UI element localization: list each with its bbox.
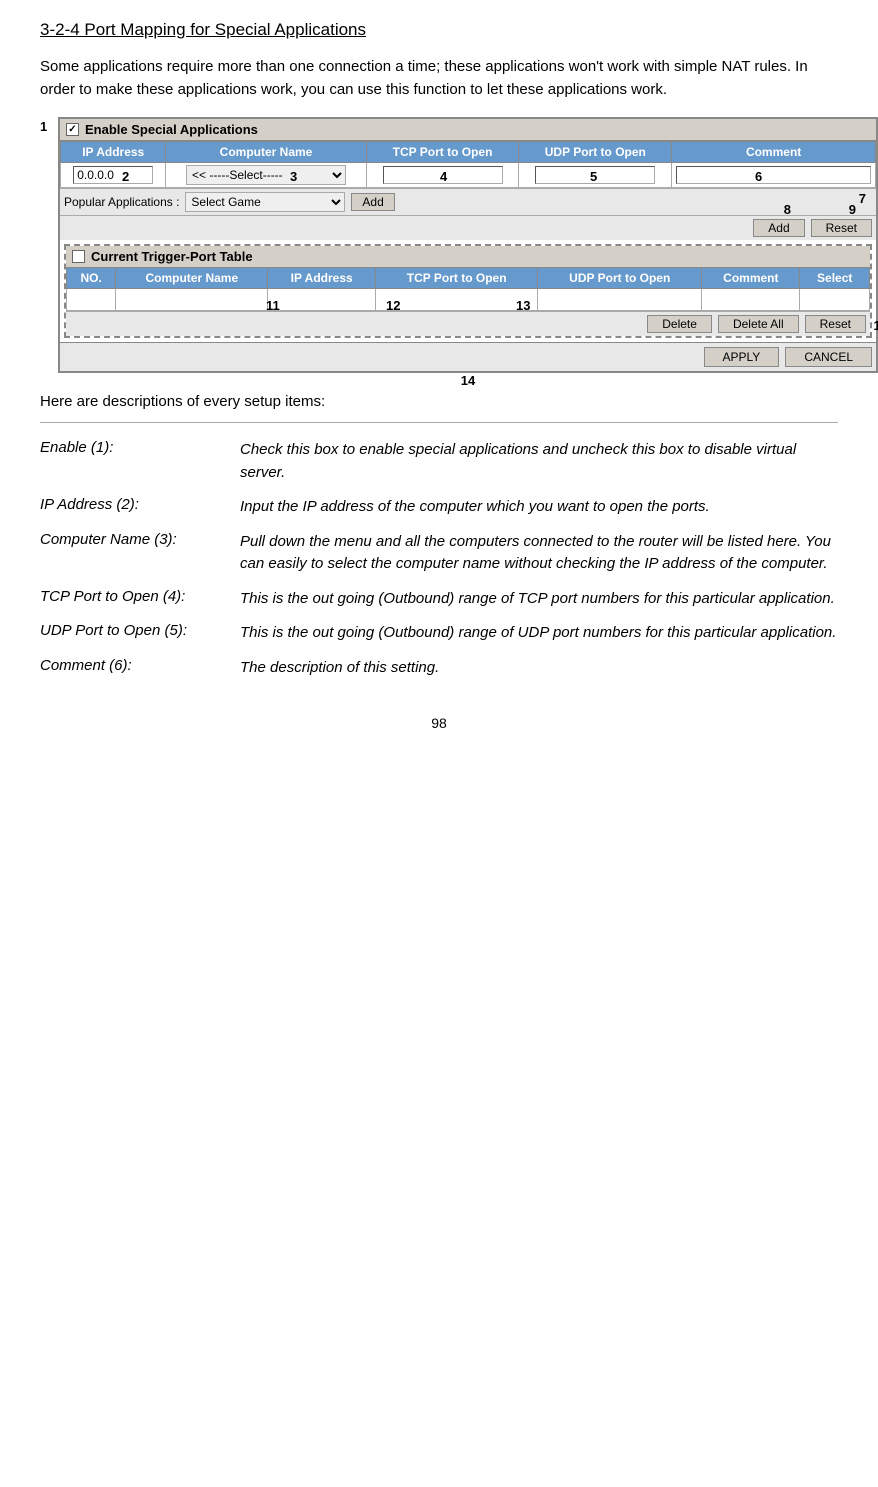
trigger-table-label: Current Trigger-Port Table — [91, 249, 253, 264]
intro-text: Some applications require more than one … — [40, 56, 838, 101]
col-ip: IP Address — [61, 142, 166, 163]
dotted-header: Current Trigger-Port Table — [66, 246, 870, 267]
badge-14: 14 — [461, 373, 475, 388]
enable-label: Enable Special Applications — [85, 122, 258, 137]
main-table: IP Address Computer Name TCP Port to Ope… — [60, 141, 876, 188]
ip-input[interactable] — [73, 166, 153, 184]
desc-row-enable: Enable (1): Check this box to enable spe… — [40, 433, 838, 490]
col-comment: Comment — [672, 142, 876, 163]
trigger-col-ip: IP Address — [268, 268, 376, 289]
badge-7: 7 — [859, 191, 866, 206]
descriptions-section: Here are descriptions of every setup ite… — [40, 393, 838, 685]
main-input-row: << -----Select----- — [61, 163, 876, 188]
badge-4: 4 — [440, 169, 447, 184]
desc-value-udp: This is the out going (Outbound) range o… — [240, 616, 838, 651]
desc-label-tcp: TCP Port to Open (4): — [40, 582, 240, 617]
col-tcp: TCP Port to Open — [366, 142, 519, 163]
enable-checkbox[interactable]: ✓ — [66, 123, 79, 136]
page-number: 98 — [40, 715, 838, 731]
reset-button[interactable]: Reset — [811, 219, 872, 237]
badge-12: 12 — [386, 298, 400, 313]
page-title: 3-2-4 Port Mapping for Special Applicati… — [40, 20, 838, 40]
desc-value-comment: The description of this setting. — [240, 651, 838, 686]
add-button[interactable]: Add — [351, 193, 394, 211]
trigger-col-computer: Computer Name — [116, 268, 268, 289]
desc-value-computer: Pull down the menu and all the computers… — [240, 525, 838, 582]
reset-button-2[interactable]: Reset — [805, 315, 866, 333]
add-button-2[interactable]: Add — [753, 219, 804, 237]
trigger-empty-row — [67, 289, 870, 311]
desc-value-tcp: This is the out going (Outbound) range o… — [240, 582, 838, 617]
badge-11: 11 — [266, 298, 280, 313]
apply-button[interactable]: APPLY — [704, 347, 780, 367]
comment-input[interactable] — [676, 166, 871, 184]
cancel-button[interactable]: CANCEL — [785, 347, 872, 367]
badge-9: 9 — [849, 202, 856, 217]
badge-10: 10 — [874, 318, 878, 333]
game-select[interactable]: Select Game — [185, 192, 345, 212]
trigger-col-udp: UDP Port to Open — [538, 268, 702, 289]
badge-13: 13 — [516, 298, 530, 313]
desc-row-comment: Comment (6): The description of this set… — [40, 651, 838, 686]
desc-table: Enable (1): Check this box to enable spe… — [40, 433, 838, 685]
badge-3: 3 — [290, 169, 297, 184]
popular-apps-label: Popular Applications : — [64, 195, 179, 209]
delete-button[interactable]: Delete — [647, 315, 712, 333]
trigger-col-select: Select — [800, 268, 870, 289]
trigger-col-no: NO. — [67, 268, 116, 289]
desc-row-tcp: TCP Port to Open (4): This is the out go… — [40, 582, 838, 617]
col-computer: Computer Name — [166, 142, 366, 163]
delete-all-button[interactable]: Delete All — [718, 315, 799, 333]
dotted-checkbox — [72, 250, 85, 263]
desc-label-computer: Computer Name (3): — [40, 525, 240, 582]
trigger-table: NO. Computer Name IP Address TCP Port to… — [66, 267, 870, 311]
desc-value-enable: Check this box to enable special applica… — [240, 433, 838, 490]
computer-name-select[interactable]: << -----Select----- — [186, 165, 346, 185]
desc-value-ip: Input the IP address of the computer whi… — [240, 490, 838, 525]
desc-row-ip: IP Address (2): Input the IP address of … — [40, 490, 838, 525]
desc-row-udp: UDP Port to Open (5): This is the out go… — [40, 616, 838, 651]
badge-2: 2 — [122, 169, 129, 184]
badge-5: 5 — [590, 169, 597, 184]
badge-1: 1 — [40, 119, 47, 134]
desc-label-comment: Comment (6): — [40, 651, 240, 686]
desc-row-computer: Computer Name (3): Pull down the menu an… — [40, 525, 838, 582]
badge-6: 6 — [755, 169, 762, 184]
desc-intro: Here are descriptions of every setup ite… — [40, 393, 838, 410]
trigger-col-comment: Comment — [702, 268, 800, 289]
enable-header: ✓ Enable Special Applications — [60, 119, 876, 141]
check-mark: ✓ — [68, 124, 76, 135]
desc-label-udp: UDP Port to Open (5): — [40, 616, 240, 651]
desc-label-enable: Enable (1): — [40, 433, 240, 490]
trigger-col-tcp: TCP Port to Open — [376, 268, 538, 289]
desc-label-ip: IP Address (2): — [40, 490, 240, 525]
col-udp: UDP Port to Open — [519, 142, 672, 163]
badge-8: 8 — [784, 202, 791, 217]
